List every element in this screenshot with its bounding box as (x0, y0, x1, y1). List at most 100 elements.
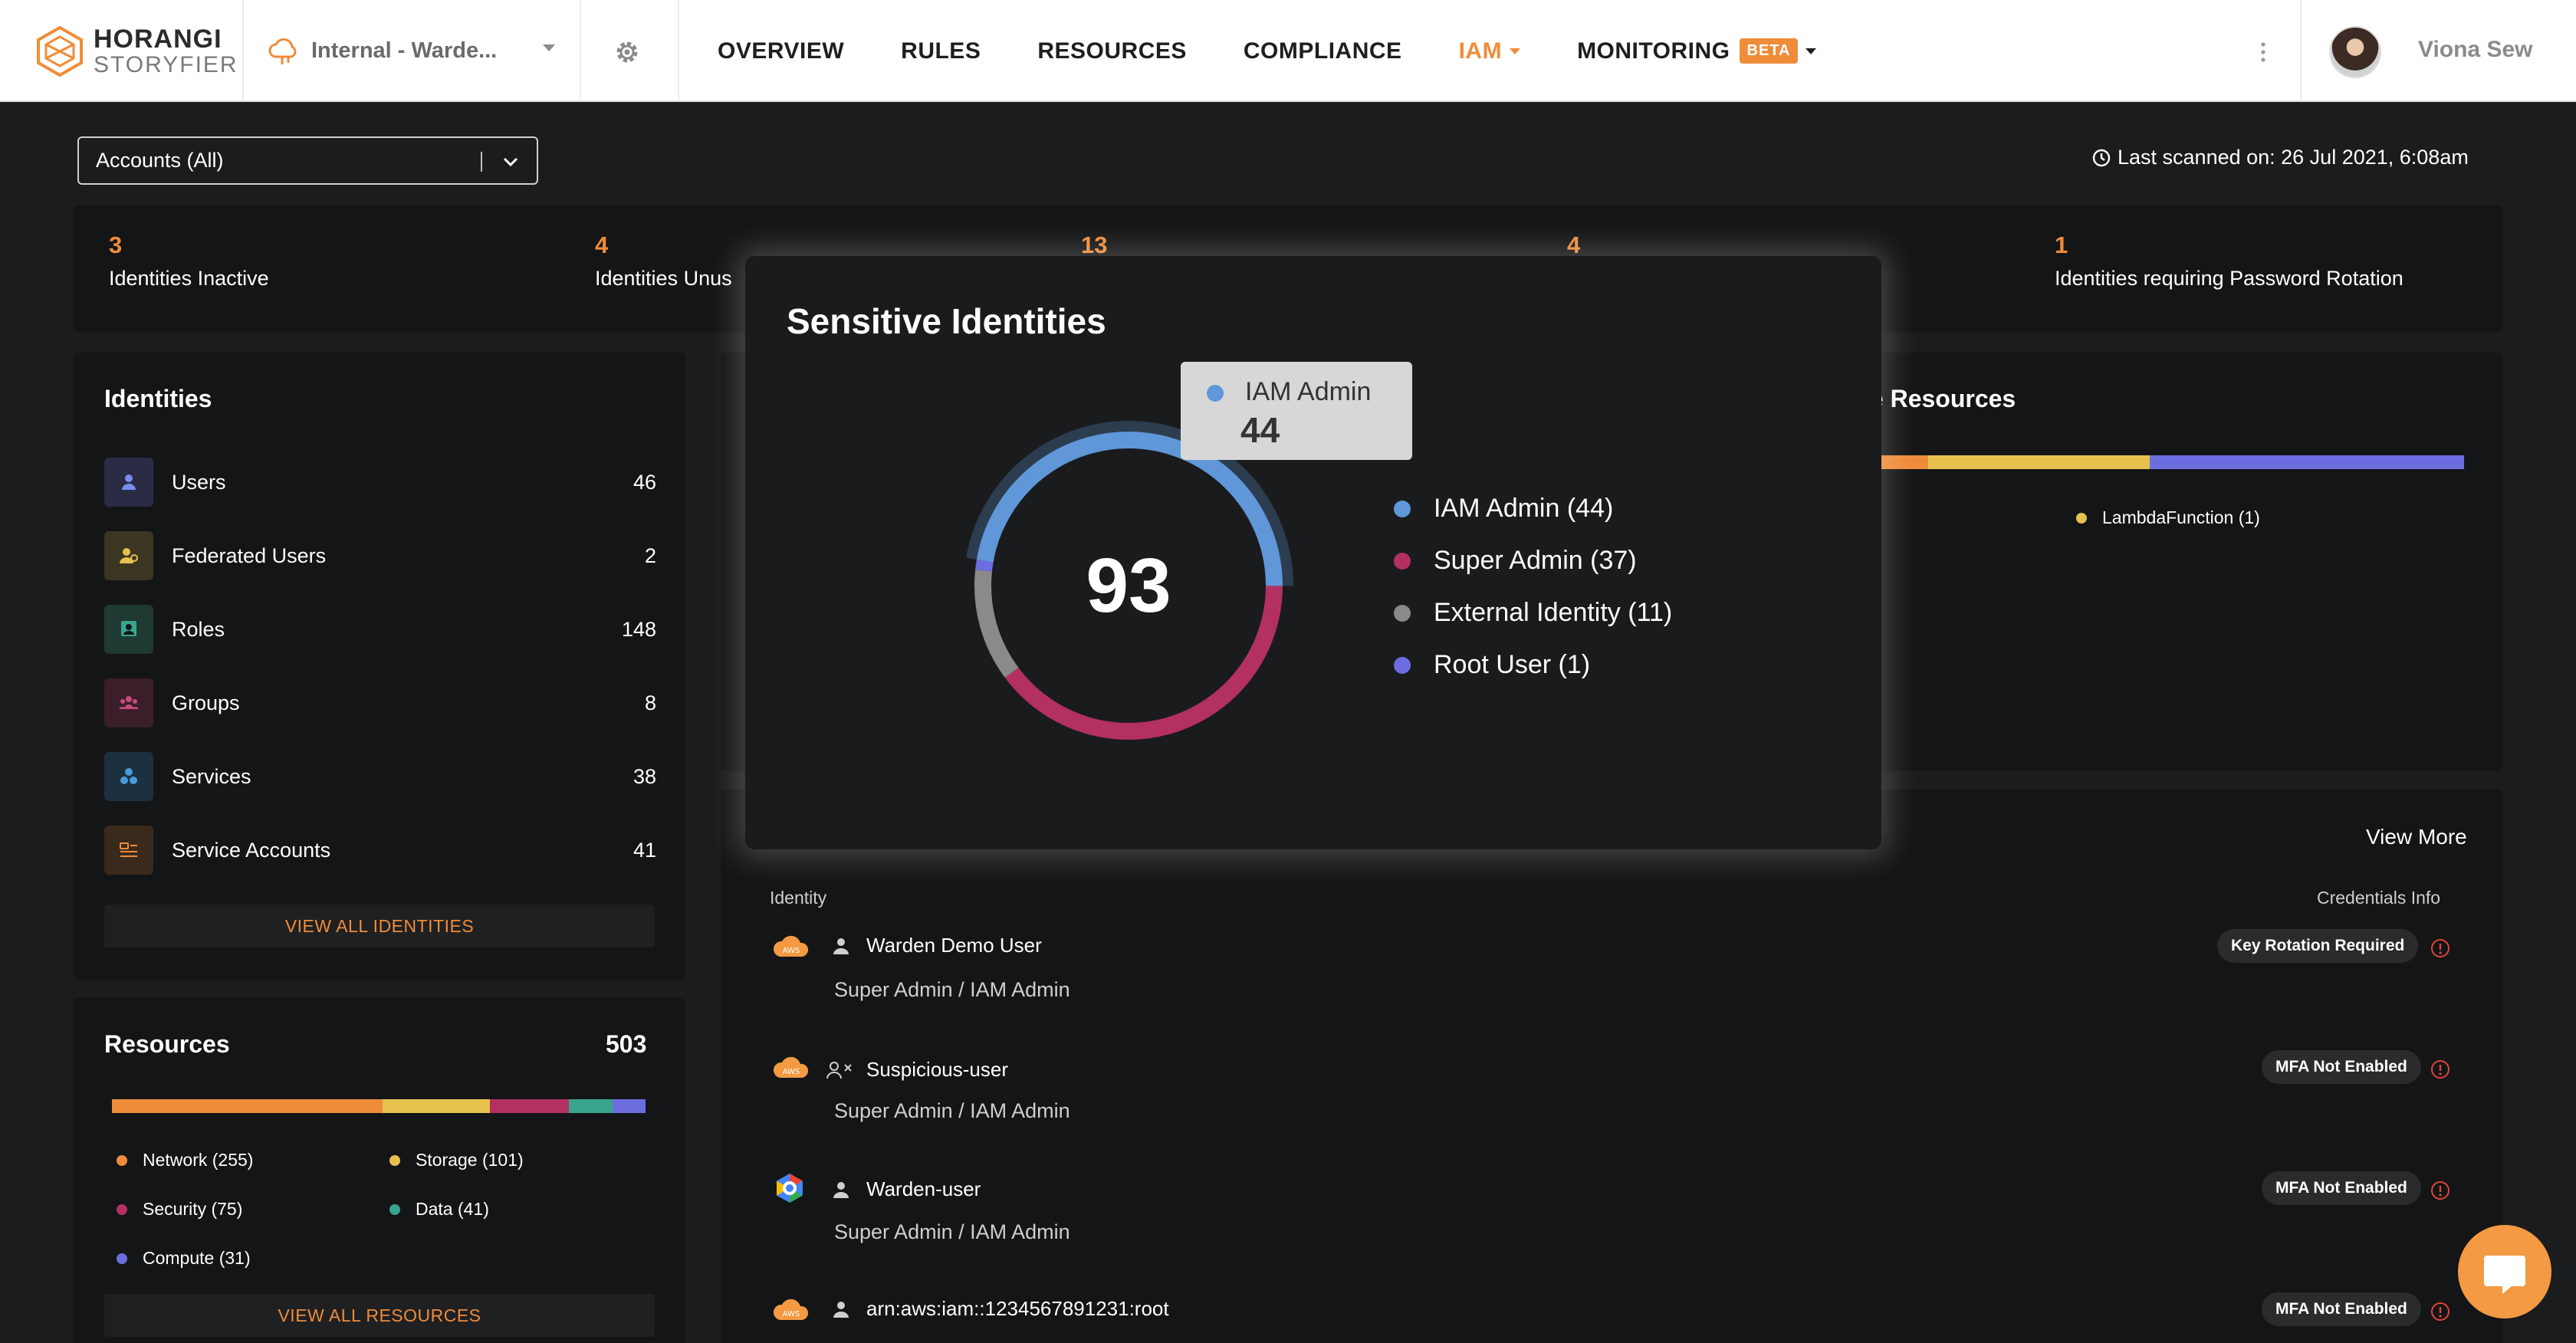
warning-icon[interactable] (2430, 938, 2450, 958)
nav-overview[interactable]: OVERVIEW (718, 38, 844, 64)
chat-support-button[interactable] (2458, 1225, 2551, 1318)
credential-badge: MFA Not Enabled (2262, 1050, 2421, 1084)
stat-password-rotation[interactable]: 1 Identities requiring Password Rotation (2055, 231, 2404, 291)
more-options-icon[interactable] (2259, 38, 2268, 66)
identity-count: 38 (632, 764, 656, 788)
credential-badge: MFA Not Enabled (2262, 1171, 2421, 1205)
tooltip-value: 44 (1240, 410, 1280, 450)
identity-row-services[interactable]: Services 38 (104, 751, 656, 802)
view-more-link[interactable]: View More (2366, 825, 2467, 849)
legend-root-user[interactable]: Root User (1) (1394, 650, 1590, 680)
table-row[interactable]: arn:aws:iam::1234567891231:root (831, 1297, 1169, 1321)
column-header-identity: Identity (770, 888, 827, 908)
panel-title-fragment: le Resources (1863, 385, 2016, 412)
legend-data: Data (41) (389, 1199, 489, 1220)
bar-segment (1881, 455, 1928, 469)
legend-dot (1394, 604, 1411, 622)
username[interactable]: Viona Sew (2418, 37, 2533, 63)
legend-compute: Compute (31) (117, 1248, 251, 1269)
tooltip-dot (1207, 385, 1224, 402)
legend-dot (1394, 656, 1411, 674)
clock-icon (2092, 149, 2111, 166)
chart-tooltip: IAM Admin 44 (1181, 362, 1412, 460)
nav-resources-label: RESOURCES (1037, 38, 1187, 64)
svg-text:AWS: AWS (783, 1068, 800, 1076)
legend-dot (2076, 512, 2087, 524)
nav-iam-label: IAM (1458, 38, 1503, 64)
lambda-stacked-bar (1881, 455, 2464, 469)
table-row[interactable]: Suspicious-user (825, 1058, 1008, 1082)
stat-count: 13 (1081, 231, 1108, 258)
nav-rules[interactable]: RULES (901, 38, 981, 64)
identity-label: Users (172, 470, 226, 494)
resource-bar-segment[interactable] (489, 1099, 570, 1113)
resource-bar-segment[interactable] (569, 1099, 613, 1113)
horangi-logo-icon (37, 26, 83, 77)
identity-row-roles[interactable]: Roles 148 (104, 604, 656, 655)
stat-unused[interactable]: 4 Identities Unus (595, 231, 732, 291)
view-all-resources-button[interactable]: VIEW ALL RESOURCES (104, 1294, 655, 1337)
identity-row-users[interactable]: Users 46 (104, 457, 656, 507)
donut-slice-external-identity[interactable] (974, 570, 1019, 678)
nav-compliance[interactable]: COMPLIANCE (1244, 38, 1402, 64)
warning-icon[interactable] (2430, 1059, 2450, 1079)
identities-panel: Identities Users 46 Federated Users 2 Ro… (74, 353, 685, 980)
identity-row-federated-users[interactable]: Federated Users 2 (104, 530, 656, 581)
accounts-filter-dropdown[interactable]: Accounts (All) (77, 136, 538, 185)
chevron-down-icon (543, 44, 555, 51)
legend-dot (117, 1154, 127, 1166)
stat-label: Identities Unus (595, 267, 732, 290)
nav-monitoring[interactable]: MONITORING BETA (1577, 38, 1817, 64)
tooltip-label: IAM Admin (1245, 377, 1372, 406)
donut-slice-root-user[interactable] (975, 559, 994, 572)
view-all-identities-button[interactable]: VIEW ALL IDENTITIES (104, 905, 655, 947)
legend-dot (1394, 552, 1411, 570)
service-account-icon (104, 826, 153, 875)
resource-bar-segment[interactable] (382, 1099, 490, 1113)
legend-label: External Identity (11) (1434, 598, 1673, 627)
legend-super-admin[interactable]: Super Admin (37) (1394, 546, 1637, 576)
account-selector[interactable]: Internal - Warde... (267, 31, 555, 71)
identity-row-groups[interactable]: Groups 8 (104, 678, 656, 728)
divider (2300, 0, 2302, 102)
nav-compliance-label: COMPLIANCE (1243, 38, 1402, 64)
identity-label: Roles (172, 617, 225, 641)
warning-icon[interactable] (2430, 1180, 2450, 1200)
stat-count: 4 (1567, 231, 1581, 258)
legend-label: Root User (1) (1434, 650, 1591, 679)
horangi-logo[interactable]: HORANGI STORYFIER (35, 26, 238, 77)
warning-icon[interactable] (2430, 1302, 2450, 1322)
aws-cloud-icon: AWS (773, 1056, 809, 1078)
stat-count: 3 (109, 231, 123, 258)
stat-inactive[interactable]: 3 Identities Inactive (109, 231, 269, 291)
resource-bar-segment[interactable] (112, 1099, 383, 1113)
logo-subtitle: STORYFIER (94, 52, 238, 77)
last-scanned-text: Last scanned on: 26 Jul 2021, 6:08am (2118, 146, 2469, 169)
legend-iam-admin[interactable]: IAM Admin (44) (1394, 494, 1613, 524)
credential-badge: Key Rotation Required (2217, 929, 2419, 963)
cloud-icon (268, 38, 297, 64)
sensitive-identities-modal[interactable]: Sensitive Identities 93 IAM Admin (44) S… (745, 256, 1881, 849)
stat-label: Identities Inactive (109, 267, 269, 290)
last-scanned: Last scanned on: 26 Jul 2021, 6:08am (2091, 146, 2469, 169)
gear-icon[interactable] (613, 38, 641, 66)
divider (242, 0, 244, 102)
resource-bar-segment[interactable] (613, 1099, 646, 1113)
stat-label: Identities requiring Password Rotation (2055, 267, 2404, 290)
legend-external-identity[interactable]: External Identity (11) (1394, 598, 1672, 628)
table-row[interactable]: Warden Demo User (831, 934, 1042, 957)
identity-row-service-accounts[interactable]: Service Accounts 41 (104, 825, 656, 875)
nav-monitoring-label: MONITORING (1577, 38, 1730, 64)
divider (481, 152, 482, 172)
identity-count: 8 (644, 691, 656, 714)
identity-roles: Super Admin / IAM Admin (834, 1099, 1070, 1122)
user-icon (833, 1301, 849, 1318)
legend-label: Super Admin (37) (1434, 546, 1637, 575)
legend-lambda: LambdaFunction (1) (2076, 507, 2260, 528)
identity-name: Warden Demo User (866, 934, 1042, 957)
nav-resources[interactable]: RESOURCES (1037, 38, 1187, 64)
aws-cloud-icon: AWS (773, 1299, 809, 1320)
nav-iam[interactable]: IAM (1459, 38, 1521, 64)
avatar[interactable] (2329, 26, 2381, 78)
table-row[interactable]: Warden-user (831, 1177, 981, 1201)
